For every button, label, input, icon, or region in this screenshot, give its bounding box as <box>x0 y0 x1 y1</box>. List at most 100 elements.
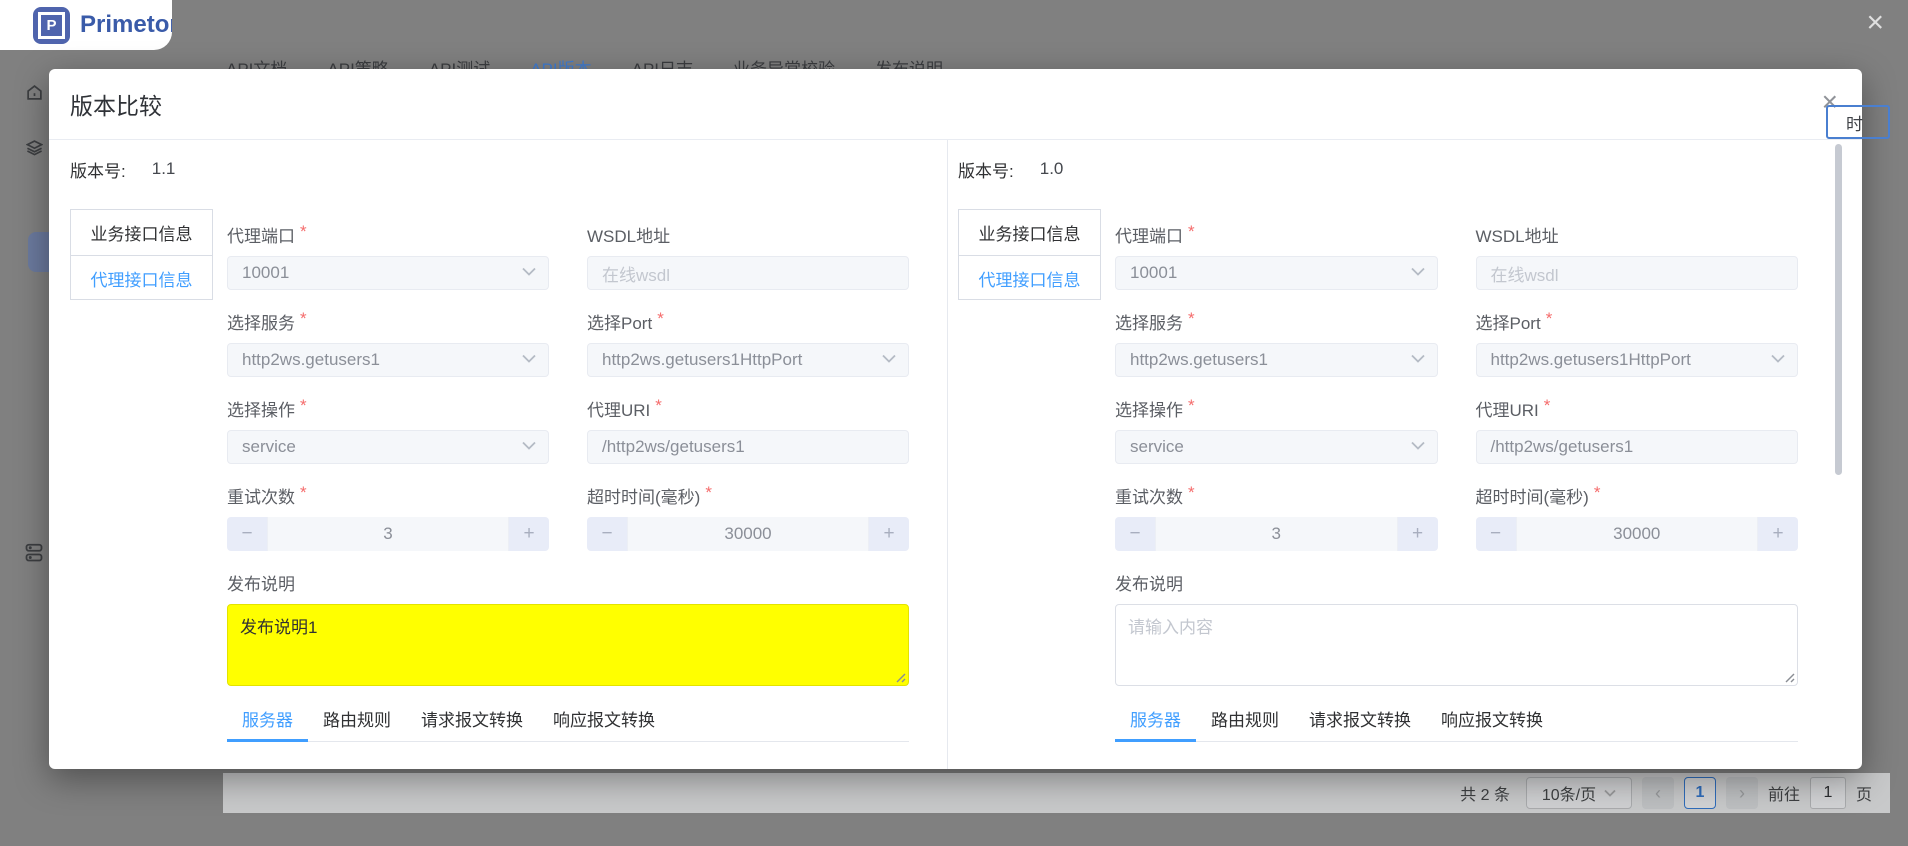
page-size-select[interactable]: 10条/页 <box>1526 777 1632 809</box>
resize-handle-icon[interactable] <box>1784 672 1795 683</box>
wsdl-input[interactable]: 在线wsdl <box>1476 256 1799 290</box>
detail-tab-bar: 服务器 路由规则 请求报文转换 响应报文转换 <box>1115 706 1798 742</box>
pagination-total: 共 2 条 <box>1460 781 1510 805</box>
home-icon[interactable] <box>26 84 43 101</box>
service-select[interactable]: http2ws.getusers1 <box>1115 343 1438 377</box>
proxy-uri-input[interactable]: /http2ws/getusers1 <box>1476 430 1799 464</box>
port-label: 选择Port <box>587 309 652 334</box>
publish-note-textarea[interactable]: 发布说明1 <box>227 604 909 686</box>
tab-request-transform[interactable]: 请求报文转换 <box>1294 706 1426 741</box>
interface-side-tabs: 业务接口信息 代理接口信息 <box>70 209 213 300</box>
proxy-interface-form: 代理端口* 10001 WSDL地址 在线wsdl 选择服务* <box>227 222 909 769</box>
minus-button[interactable]: − <box>1476 517 1516 551</box>
chevron-down-icon <box>522 354 536 363</box>
logo-letter: P <box>46 17 56 34</box>
publish-note-label: 发布说明 <box>227 570 295 595</box>
retry-label: 重试次数 <box>1115 483 1183 508</box>
tab-response-transform[interactable]: 响应报文转换 <box>538 706 670 741</box>
tab-server[interactable]: 服务器 <box>1115 706 1196 741</box>
pagination-bar: 共 2 条 10条/页 ‹ 1 › 前往 1 页 <box>223 773 1890 813</box>
current-page-button[interactable]: 1 <box>1684 777 1716 809</box>
app-logo: P Primeton iPaaS <box>0 0 172 50</box>
retry-value[interactable]: 3 <box>1155 517 1398 551</box>
version-value: 1.0 <box>1040 159 1064 179</box>
timeout-value[interactable]: 30000 <box>627 517 869 551</box>
wsdl-label: WSDL地址 <box>587 222 670 247</box>
app-title: Primeton iPaaS <box>80 11 172 39</box>
chevron-down-icon <box>1411 441 1425 450</box>
proxy-uri-label: 代理URI <box>1476 396 1539 421</box>
operation-select[interactable]: service <box>1115 430 1438 464</box>
goto-page-input[interactable]: 1 <box>1810 777 1846 809</box>
version-label: 版本号: <box>70 157 126 182</box>
tab-route-rules[interactable]: 路由规则 <box>308 706 406 741</box>
port-label: 选择Port <box>1476 309 1541 334</box>
operation-select[interactable]: service <box>227 430 549 464</box>
chevron-down-icon <box>1771 354 1785 363</box>
version-row: 版本号: 1.1 <box>70 158 909 180</box>
wsdl-label: WSDL地址 <box>1476 222 1559 247</box>
operation-label: 选择操作 <box>1115 396 1183 421</box>
plus-button[interactable]: + <box>1758 517 1798 551</box>
goto-label: 前往 <box>1768 781 1800 805</box>
chevron-down-icon <box>522 441 536 450</box>
proxy-port-label: 代理端口 <box>1115 222 1183 247</box>
next-page-button[interactable]: › <box>1726 777 1758 809</box>
partial-time-button[interactable]: 时 <box>1826 105 1890 139</box>
proxy-uri-label: 代理URI <box>587 396 650 421</box>
proxy-port-select[interactable]: 10001 <box>1115 256 1438 290</box>
timeout-stepper: − 30000 + <box>587 517 909 551</box>
retry-value[interactable]: 3 <box>267 517 509 551</box>
timeout-label: 超时时间(毫秒) <box>1476 483 1589 508</box>
tab-business-interface[interactable]: 业务接口信息 <box>71 210 212 255</box>
proxy-interface-form: 代理端口* 10001 WSDL地址 在线wsdl 选择服务* <box>1115 222 1798 769</box>
minus-button[interactable]: − <box>227 517 267 551</box>
publish-note-textarea[interactable]: 请输入内容 <box>1115 604 1798 686</box>
prev-page-button[interactable]: ‹ <box>1642 777 1674 809</box>
plus-button[interactable]: + <box>509 517 549 551</box>
retry-stepper: − 3 + <box>1115 517 1438 551</box>
version-panel: 版本号: 1.1 业务接口信息 代理接口信息 代理端口* 10001 <box>49 140 948 769</box>
dialog-title: 版本比较 <box>70 87 162 121</box>
version-label: 版本号: <box>958 157 1014 182</box>
version-panel: 版本号: 1.0 业务接口信息 代理接口信息 代理端口* 10001 <box>948 140 1862 769</box>
plus-button[interactable]: + <box>869 517 909 551</box>
version-compare-dialog: 版本比较 × 版本号: 1.1 业务接口信息 代理接口信息 代理端口* 1000… <box>49 69 1862 769</box>
minus-button[interactable]: − <box>587 517 627 551</box>
chevron-down-icon <box>882 354 896 363</box>
proxy-uri-input[interactable]: /http2ws/getusers1 <box>587 430 909 464</box>
timeout-value[interactable]: 30000 <box>1516 517 1759 551</box>
tab-proxy-interface[interactable]: 代理接口信息 <box>959 255 1100 300</box>
port-select[interactable]: http2ws.getusers1HttpPort <box>587 343 909 377</box>
detail-tab-bar: 服务器 路由规则 请求报文转换 响应报文转换 <box>227 706 909 742</box>
dialog-header: 版本比较 × <box>49 69 1862 140</box>
chevron-down-icon <box>1411 267 1425 276</box>
page-close-icon[interactable]: × <box>1866 8 1884 38</box>
tab-request-transform[interactable]: 请求报文转换 <box>406 706 538 741</box>
server-icon[interactable] <box>25 543 43 563</box>
minus-button[interactable]: − <box>1115 517 1155 551</box>
page-size-label: 10条/页 <box>1542 781 1596 805</box>
port-select[interactable]: http2ws.getusers1HttpPort <box>1476 343 1799 377</box>
chevron-down-icon <box>522 267 536 276</box>
tab-server[interactable]: 服务器 <box>227 706 308 741</box>
layers-icon[interactable] <box>26 139 43 156</box>
operation-label: 选择操作 <box>227 396 295 421</box>
modal-body: 版本号: 1.1 业务接口信息 代理接口信息 代理端口* 10001 <box>49 140 1862 769</box>
service-select[interactable]: http2ws.getusers1 <box>227 343 549 377</box>
tab-proxy-interface[interactable]: 代理接口信息 <box>71 255 212 300</box>
page-unit-label: 页 <box>1856 781 1872 805</box>
proxy-port-select[interactable]: 10001 <box>227 256 549 290</box>
version-row: 版本号: 1.0 <box>958 158 1798 180</box>
version-value: 1.1 <box>152 159 176 179</box>
tab-business-interface[interactable]: 业务接口信息 <box>959 210 1100 255</box>
resize-handle-icon[interactable] <box>895 672 906 683</box>
publish-note-label: 发布说明 <box>1115 570 1183 595</box>
scrollbar-thumb[interactable] <box>1835 144 1842 475</box>
proxy-port-label: 代理端口 <box>227 222 295 247</box>
logo-icon: P <box>33 7 70 44</box>
wsdl-input[interactable]: 在线wsdl <box>587 256 909 290</box>
tab-response-transform[interactable]: 响应报文转换 <box>1426 706 1558 741</box>
plus-button[interactable]: + <box>1398 517 1438 551</box>
tab-route-rules[interactable]: 路由规则 <box>1196 706 1294 741</box>
